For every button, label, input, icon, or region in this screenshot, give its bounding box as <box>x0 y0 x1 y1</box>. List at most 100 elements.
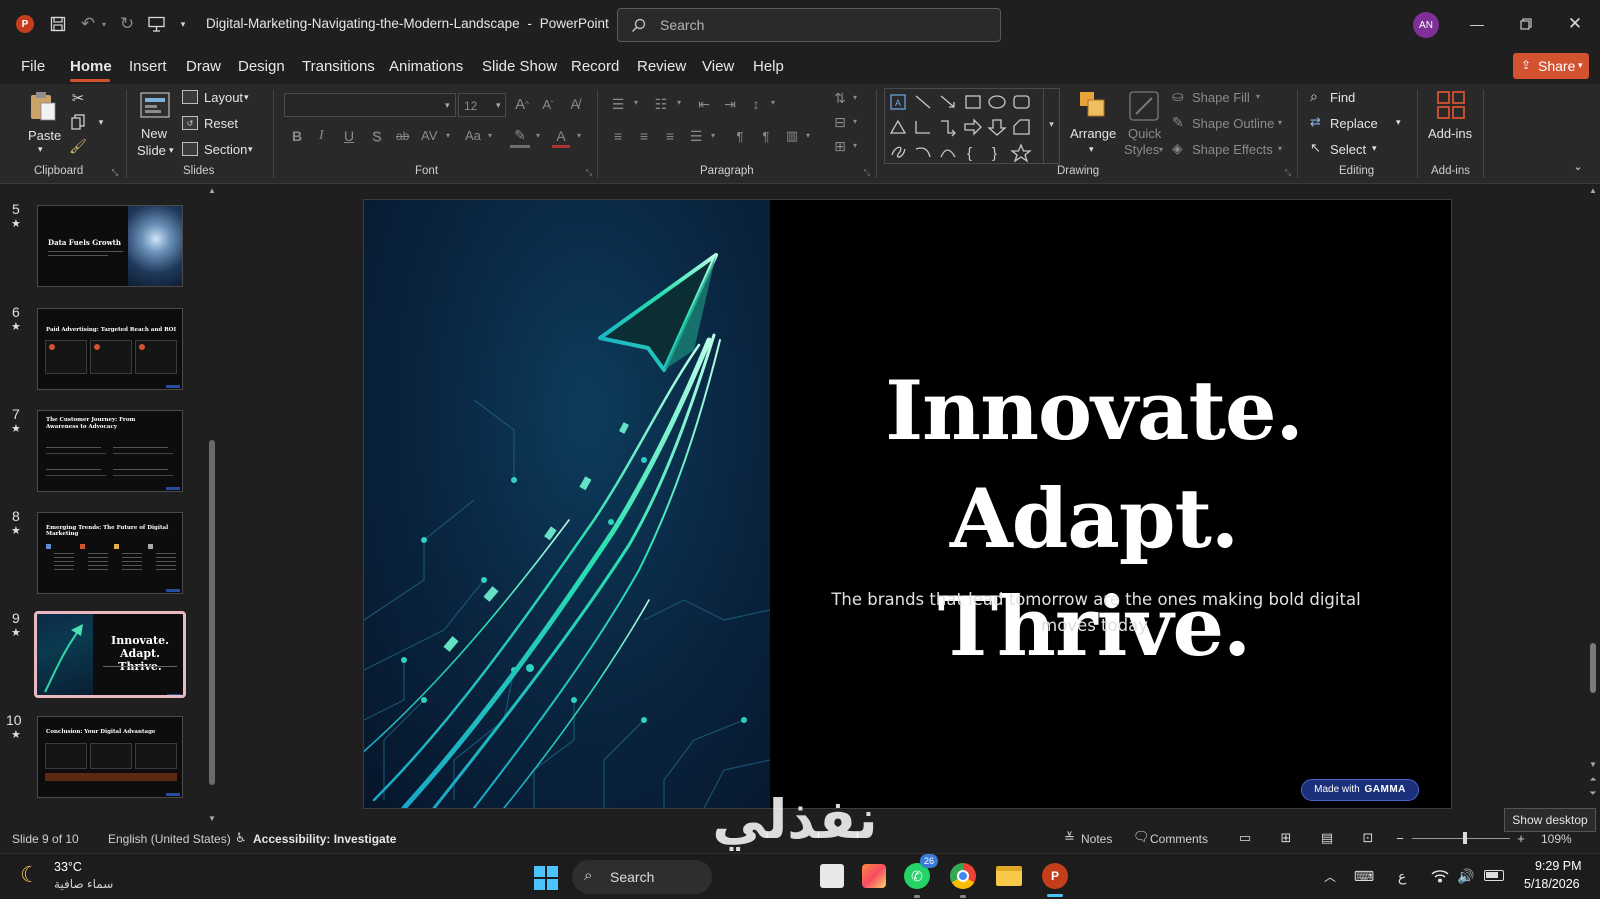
zoom-slider[interactable] <box>1412 832 1510 844</box>
bold-icon[interactable]: B <box>292 128 302 144</box>
zoom-slider-thumb[interactable] <box>1463 832 1467 844</box>
notes-button[interactable]: Notes <box>1081 832 1112 846</box>
strikethrough-icon[interactable]: ab <box>396 129 409 143</box>
select-button[interactable]: ↖ Select ▾ <box>1310 140 1390 160</box>
shapes-gallery-more-icon[interactable]: ▾ <box>1043 89 1059 163</box>
font-color-icon[interactable]: A <box>552 126 570 148</box>
slide-thumbnail-7[interactable]: The Customer Journey: From Awareness to … <box>37 410 183 492</box>
slide[interactable]: Innovate. Adapt. Thrive. The brands that… <box>363 199 1452 809</box>
decrease-font-size-icon[interactable]: Aˇ <box>538 94 558 114</box>
quick-styles-button[interactable]: Quick Styles ▾ <box>1122 88 1166 168</box>
numbering-icon[interactable]: ☷ <box>651 94 671 114</box>
shapes-gallery[interactable]: A { } ▾ <box>884 88 1060 164</box>
copy-dropdown-icon[interactable]: ▾ <box>96 115 106 129</box>
redo-icon[interactable]: ↻ <box>117 14 137 34</box>
clipboard-launcher-icon[interactable]: ⤡ <box>110 168 120 178</box>
copy-icon[interactable] <box>68 112 88 132</box>
save-icon[interactable] <box>48 14 68 34</box>
tab-home[interactable]: Home <box>70 58 112 75</box>
ltr-icon[interactable]: ¶ <box>756 126 776 146</box>
tab-insert[interactable]: Insert <box>129 58 167 75</box>
shape-fill-button[interactable]: ⛀ Shape Fill ▾ <box>1172 88 1282 108</box>
justify-icon[interactable]: ☰ <box>686 126 706 146</box>
slide-thumbnail-8[interactable]: Emerging Trends: The Future of Digital M… <box>37 512 183 594</box>
zoom-level[interactable]: 109% <box>1541 832 1572 846</box>
arrange-button[interactable]: Arrange ▾ <box>1070 88 1116 168</box>
increase-indent-icon[interactable]: ⇥ <box>720 94 740 114</box>
present-from-beginning-icon[interactable] <box>146 14 166 34</box>
columns-dropdown-icon[interactable]: ▾ <box>806 131 810 140</box>
drawing-launcher-icon[interactable]: ⤡ <box>1283 168 1293 178</box>
tab-draw[interactable]: Draw <box>186 58 221 75</box>
zoom-out-icon[interactable]: − <box>1393 829 1407 847</box>
tab-record[interactable]: Record <box>571 58 619 75</box>
slide-thumbnail-6[interactable]: Paid Advertising: Targeted Reach and ROI <box>37 308 183 390</box>
normal-view-icon[interactable]: ▭ <box>1235 829 1255 847</box>
format-painter-icon[interactable]: 🖌 <box>68 136 88 156</box>
text-shadow-icon[interactable]: S <box>372 128 381 144</box>
next-slide-icon[interactable]: ⏷ <box>1586 787 1600 799</box>
reset-button[interactable]: ↺ Reset <box>182 114 256 134</box>
new-slide-button[interactable]: New Slide ▾ <box>133 88 177 168</box>
cut-icon[interactable]: ✂ <box>68 88 88 108</box>
font-size-field[interactable]: 12 ▾ <box>458 93 506 117</box>
align-center-icon[interactable]: ≡ <box>634 126 654 146</box>
slide-thumbnail-9[interactable]: Innovate. Adapt. Thrive. <box>34 611 186 698</box>
restore-icon[interactable] <box>1511 12 1541 36</box>
smartart-dropdown-icon[interactable]: ▾ <box>853 141 857 150</box>
previous-slide-icon[interactable]: ⏶ <box>1586 773 1600 785</box>
bullets-dropdown-icon[interactable]: ▾ <box>634 98 638 107</box>
align-text-icon[interactable]: ⊟ <box>830 112 850 132</box>
underline-icon[interactable]: U <box>344 128 354 144</box>
smartart-icon[interactable]: ⊞ <box>830 136 850 156</box>
tab-transitions[interactable]: Transitions <box>302 58 375 75</box>
shape-effects-button[interactable]: ◈ Shape Effects ▾ <box>1172 140 1282 160</box>
tab-design[interactable]: Design <box>238 58 285 75</box>
slide-thumbnail-5[interactable]: Data Fuels Growth <box>37 205 183 287</box>
undo-icon[interactable]: ↶ <box>78 14 98 34</box>
bullets-icon[interactable]: ☰ <box>608 94 628 114</box>
slide-subtitle[interactable]: The brands that lead tomorrow are the on… <box>816 587 1376 639</box>
line-spacing-icon[interactable]: ↕ <box>746 94 766 114</box>
change-case-dropdown-icon[interactable]: ▾ <box>488 131 492 140</box>
paragraph-launcher-icon[interactable]: ⤡ <box>862 168 872 178</box>
columns-icon[interactable]: ▥ <box>782 126 802 146</box>
undo-dropdown-icon[interactable]: ▾ <box>99 16 109 32</box>
task-view-icon[interactable] <box>820 864 844 888</box>
powerpoint-taskbar-icon[interactable]: P <box>1042 863 1068 889</box>
chrome-icon[interactable] <box>950 863 976 889</box>
slide-show-view-icon[interactable]: ⊡ <box>1358 829 1378 847</box>
thumbnail-scrollbar-thumb[interactable] <box>209 440 215 785</box>
font-launcher-icon[interactable]: ⤡ <box>584 168 594 178</box>
volume-icon[interactable]: 🔊 <box>1456 866 1476 886</box>
start-button[interactable] <box>534 866 558 890</box>
weather-widget[interactable]: ☾ 33°C سماء صافية <box>16 858 126 896</box>
canvas-scroll-up-icon[interactable]: ▲ <box>1586 185 1600 195</box>
customize-toolbar-icon[interactable]: ▾ <box>177 16 189 32</box>
change-case-icon[interactable]: Aa <box>465 128 481 143</box>
canvas-scroll-down-icon[interactable]: ▼ <box>1586 759 1600 769</box>
increase-font-size-icon[interactable]: A ^ <box>512 94 532 114</box>
language-indicator[interactable]: English (United States) <box>108 832 231 846</box>
canvas-scrollbar-thumb[interactable] <box>1590 643 1596 693</box>
tab-animations[interactable]: Animations <box>389 58 463 75</box>
font-name-field[interactable]: ▾ <box>284 93 456 117</box>
scroll-down-icon[interactable]: ▼ <box>205 813 219 823</box>
font-color-dropdown-icon[interactable]: ▾ <box>577 131 581 140</box>
replace-button[interactable]: ⇄ Replace ▾ <box>1310 114 1410 134</box>
line-spacing-dropdown-icon[interactable]: ▾ <box>771 98 775 107</box>
file-explorer-icon[interactable] <box>996 866 1022 886</box>
character-spacing-dropdown-icon[interactable]: ▾ <box>446 131 450 140</box>
slide-image[interactable] <box>364 200 771 808</box>
tab-help[interactable]: Help <box>753 58 784 75</box>
tab-slide-show[interactable]: Slide Show <box>482 58 557 75</box>
scroll-up-icon[interactable]: ▲ <box>205 185 219 195</box>
add-ins-button[interactable]: Add-ins <box>1426 88 1476 168</box>
show-hidden-icons[interactable]: ︿ <box>1322 866 1338 886</box>
minimize-icon[interactable]: — <box>1462 12 1492 36</box>
widgets-icon[interactable] <box>862 864 886 888</box>
reading-view-icon[interactable]: ▤ <box>1317 829 1337 847</box>
collapse-ribbon-icon[interactable]: ⌄ <box>1568 156 1588 176</box>
section-button[interactable]: Section ▾ <box>182 140 262 160</box>
slide-sorter-view-icon[interactable]: ⊞ <box>1276 829 1296 847</box>
